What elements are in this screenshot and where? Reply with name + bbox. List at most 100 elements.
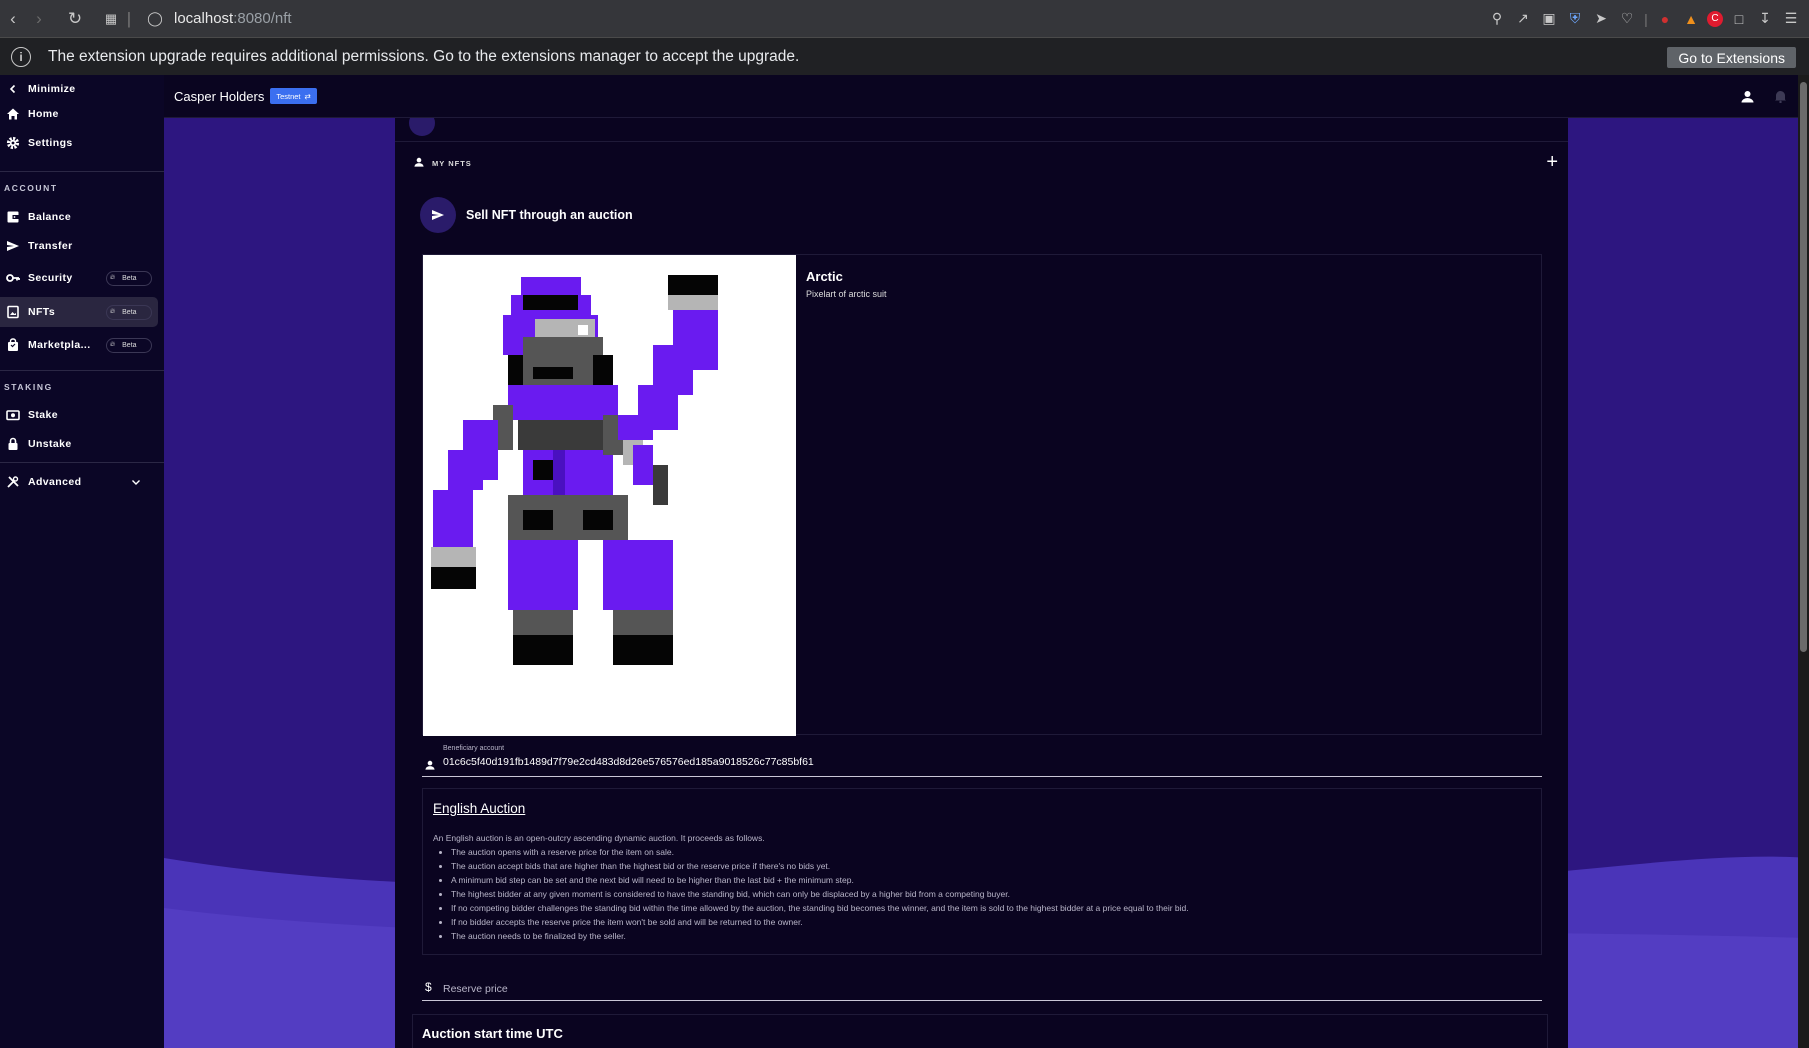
sidebar-item-balance[interactable]: Balance	[0, 203, 158, 231]
sidebar-divider	[0, 171, 164, 172]
pixel-block	[583, 510, 613, 530]
list-item: The auction opens with a reserve price f…	[451, 845, 1189, 859]
beneficiary-label: Beneficiary account	[443, 745, 505, 752]
send-icon	[420, 197, 456, 233]
pixel-block	[431, 547, 476, 567]
pixel-block	[523, 295, 578, 310]
sidebar-divider	[0, 370, 164, 371]
sidebar-divider	[0, 462, 164, 463]
tabs-grid-icon[interactable]: ▦	[98, 6, 124, 32]
forward-icon[interactable]: ›	[26, 6, 52, 32]
chevron-down-icon	[131, 477, 141, 490]
nft-image	[423, 255, 796, 736]
address-bar[interactable]: localhost:8080/nft	[174, 10, 292, 27]
reserve-price-input[interactable]: $ Reserve price	[422, 979, 1542, 1001]
casper-wallet-icon[interactable]: C	[1707, 10, 1723, 27]
infobar-message: The extension upgrade requires additiona…	[48, 47, 800, 65]
sidebar-item-label: Marketpla...	[28, 339, 91, 351]
bell-icon[interactable]	[1774, 89, 1787, 108]
chevron-left-icon	[5, 81, 21, 97]
badge-label: Beta	[122, 341, 137, 349]
sidebar-item-advanced[interactable]: Advanced	[0, 468, 158, 496]
pixel-block	[533, 367, 573, 379]
main-stage: MY NFTS + Sell NFT through an auction Ar…	[164, 118, 1809, 1048]
list-item: A minimum bid step can be set and the ne…	[451, 873, 1189, 887]
pixel-block	[433, 490, 473, 550]
sidebar-item-stake[interactable]: Stake	[0, 401, 158, 429]
sidebar-item-label: Home	[28, 108, 59, 120]
flame-icon: 🔥︎	[110, 341, 116, 348]
menu-icon[interactable]: ☰	[1781, 9, 1801, 29]
auction-start-time-section: Auction start time UTC	[412, 1014, 1548, 1048]
extension-infobar: i The extension upgrade requires additio…	[0, 37, 1809, 75]
avatar	[409, 118, 435, 136]
sidebar-item-home[interactable]: Home	[0, 100, 158, 128]
red-extension-icon[interactable]: ●	[1655, 9, 1675, 29]
pixel-block	[613, 635, 673, 665]
shopping-bag-icon	[5, 337, 21, 353]
sell-auction-title: Sell NFT through an auction	[466, 208, 633, 222]
cube-extension-icon[interactable]: □	[1729, 9, 1749, 29]
network-switch-button[interactable]: Testnet ⇄	[270, 88, 317, 104]
metamask-icon[interactable]: ▲	[1681, 9, 1701, 29]
card-header	[395, 118, 1568, 142]
shield-extension-icon[interactable]: ⛨	[1565, 9, 1585, 29]
share-icon[interactable]: ↗	[1513, 9, 1533, 29]
pixel-block	[523, 337, 603, 387]
auction-start-time-title: Auction start time UTC	[422, 1026, 563, 1041]
camera-icon[interactable]: ▣	[1539, 9, 1559, 29]
zoom-icon[interactable]: ⚲	[1487, 9, 1507, 29]
section-title: MY NFTS	[414, 157, 472, 169]
sidebar-section-account: ACCOUNT	[4, 183, 58, 193]
download-icon[interactable]: ↧	[1755, 9, 1775, 29]
pixel-block	[633, 445, 653, 485]
sidebar-item-transfer[interactable]: Transfer	[0, 232, 158, 260]
pixel-block	[603, 540, 673, 610]
pixel-block	[558, 545, 578, 590]
sidebar-item-label: Unstake	[28, 438, 72, 450]
pixel-block	[448, 450, 483, 490]
flame-icon: 🔥︎	[110, 274, 116, 281]
browser-toolbar: ‹ › ↻ ▦ | ◯ localhost:8080/nft ⚲ ↗ ▣ ⛨ ➤…	[0, 0, 1809, 37]
sidebar-item-security[interactable]: Security 🔥︎ Beta	[0, 264, 158, 292]
sidebar-item-label: Minimize	[28, 83, 76, 95]
sidebar-item-unstake[interactable]: Unstake	[0, 430, 158, 458]
pixel-block	[513, 635, 573, 665]
go-to-extensions-button[interactable]: Go to Extensions	[1667, 47, 1796, 68]
list-item: The auction needs to be finalized by the…	[451, 929, 1189, 943]
auction-rules: The auction opens with a reserve price f…	[451, 845, 1189, 943]
info-icon: i	[11, 46, 31, 67]
beta-badge: 🔥︎ Beta	[106, 270, 152, 286]
list-item: The highest bidder at any given moment i…	[451, 887, 1189, 901]
sidebar-item-minimize[interactable]: Minimize	[0, 75, 158, 103]
pixel-block	[668, 295, 718, 310]
user-icon[interactable]	[1741, 90, 1754, 108]
network-label: Testnet	[276, 91, 301, 101]
flame-icon: 🔥︎	[110, 308, 116, 315]
add-icon[interactable]: +	[1546, 151, 1558, 174]
english-auction-info: English Auction An English auction is an…	[422, 788, 1542, 955]
back-icon[interactable]: ‹	[0, 6, 26, 32]
send-icon	[5, 238, 21, 254]
sidebar-item-label: Transfer	[28, 240, 73, 252]
heart-icon[interactable]: ♡	[1617, 9, 1637, 29]
site-info-icon[interactable]: ◯	[142, 6, 168, 32]
sidebar-item-marketplace[interactable]: Marketpla... 🔥︎ Beta	[0, 331, 158, 359]
sidebar-item-label: Settings	[28, 137, 73, 149]
badge-label: Beta	[122, 274, 137, 282]
pixel-block	[508, 385, 618, 420]
pixel-block	[431, 567, 476, 589]
reload-icon[interactable]: ↻	[62, 6, 88, 32]
lock-icon	[5, 436, 21, 452]
sidebar-item-nfts[interactable]: NFTs 🔥︎ Beta	[0, 297, 158, 327]
send-icon[interactable]: ➤	[1591, 9, 1611, 29]
sidebar-item-settings[interactable]: Settings	[0, 129, 158, 157]
key-icon	[5, 270, 21, 286]
scrollbar-thumb[interactable]	[1800, 82, 1807, 652]
brand-title: Casper Holders	[174, 88, 265, 104]
beneficiary-field[interactable]: Beneficiary account 01c6c5f40d191fb1489d…	[422, 745, 1542, 777]
sidebar-item-label: Stake	[28, 409, 59, 421]
auction-title: English Auction	[433, 801, 526, 816]
section-title-text: MY NFTS	[432, 158, 472, 168]
pixel-block	[523, 510, 553, 530]
